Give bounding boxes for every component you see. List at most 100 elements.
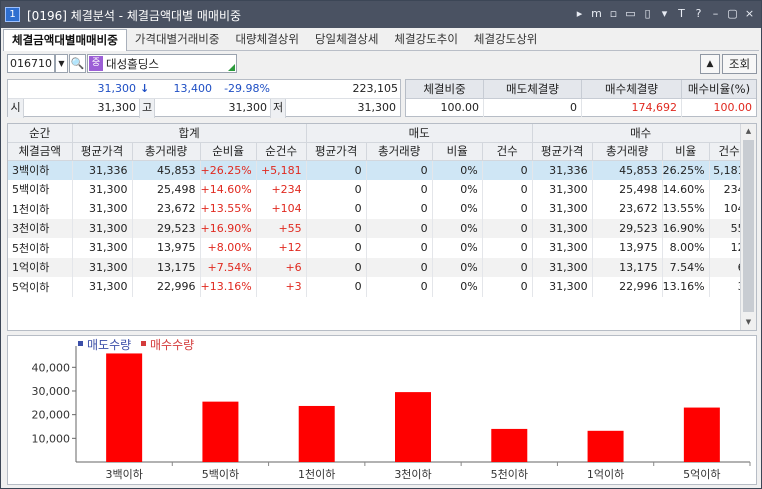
table-cell: 0 xyxy=(306,179,367,199)
code-dropdown-icon[interactable]: ▼ xyxy=(55,54,68,73)
tab-strength-top[interactable]: 체결강도상위 xyxy=(466,29,545,51)
table-cell: 13.55% xyxy=(662,199,710,219)
buy-ratio-value: 100.00 xyxy=(713,101,753,114)
ratio-panel: 체결비중 매도체결량 매수체결량 매수비율(%) 100.00 0 174,69… xyxy=(405,79,757,117)
table-cell: 0 xyxy=(482,199,533,219)
table-cell: 31,336 xyxy=(72,160,133,180)
x-tick-label: 1억이하 xyxy=(587,467,624,481)
link-window-icon[interactable]: ▫ xyxy=(606,6,621,22)
table-cell: 31,300 xyxy=(72,277,133,297)
scroll-down-icon[interactable]: ▼ xyxy=(741,315,756,330)
stock-code-input[interactable]: 016710 xyxy=(7,54,55,73)
table-row[interactable]: 1억이하 31,300 13,175 +7.54% +6 0 0 0% 0 31,300 13,17… xyxy=(8,257,750,277)
table-cell: 13.16% xyxy=(662,277,710,297)
tab-amount-ratio[interactable]: 체결금액대별매매비중 xyxy=(3,29,127,51)
vertical-scrollbar[interactable]: ▲ ▼ xyxy=(740,124,756,330)
table-cell: 29,523 xyxy=(592,218,663,238)
corner-header-top: 순간 xyxy=(8,124,73,143)
table-cell: 31,300 xyxy=(532,218,593,238)
table-cell: +5,181 xyxy=(256,160,307,180)
tab-strength-trend[interactable]: 체결강도추이 xyxy=(386,29,465,51)
corner-header-bottom: 체결금액 xyxy=(8,142,73,161)
table-cell: 0 xyxy=(306,218,367,238)
market-badge: 중 xyxy=(89,56,103,71)
table-cell: 31,300 xyxy=(72,238,133,258)
print-icon[interactable]: ▯ xyxy=(640,6,655,22)
column-header: 순건수 xyxy=(256,142,307,161)
table-cell: 23,672 xyxy=(592,199,663,219)
column-header: 순비율 xyxy=(200,142,257,161)
tab-today-detail[interactable]: 당일체결상세 xyxy=(307,29,386,51)
open-label: 시 xyxy=(8,99,24,118)
table-row[interactable]: 3백이하 31,336 45,853 +26.25% +5,181 0 0 0% 0 31,336… xyxy=(8,160,750,180)
table-cell: 13,975 xyxy=(592,238,663,258)
buy-volume-value: 174,692 xyxy=(582,99,682,117)
table-cell: 31,300 xyxy=(532,179,593,199)
table-cell: 7.54% xyxy=(662,257,710,277)
save-layout-icon[interactable]: ▭ xyxy=(623,6,638,22)
bar-chart: 10,000 20,000 30,000 40,000 매도수량 매수수량 3백이하 5백이하… xyxy=(7,335,757,485)
table-cell: 29,523 xyxy=(132,218,201,238)
memo-icon[interactable]: m xyxy=(589,6,604,22)
help-icon[interactable]: ? xyxy=(691,6,706,22)
table-row[interactable]: 5천이하 31,300 13,975 +8.00% +12 0 0 0% 0 31,300 13,9… xyxy=(8,238,750,258)
search-icon[interactable]: 🔍 xyxy=(69,54,86,73)
table-row[interactable]: 3천이하 31,300 29,523 +16.90% +55 0 0 0% 0 31,300 29,… xyxy=(8,218,750,238)
x-tick-label: 3백이하 xyxy=(105,467,142,481)
pin-icon[interactable]: ▾ xyxy=(657,6,672,22)
buy-volume-bar xyxy=(587,430,624,462)
current-price: 31,300 xyxy=(97,82,137,95)
lookup-button[interactable]: 조회 xyxy=(722,54,757,74)
collapse-button[interactable]: ▲ xyxy=(700,54,720,74)
down-arrow-icon: ↓ xyxy=(140,82,150,95)
table-cell: 0 xyxy=(482,179,533,199)
stock-name-field[interactable]: 중 대성홀딩스 xyxy=(87,54,237,73)
table-cell: 31,300 xyxy=(532,257,593,277)
arrow-right-icon[interactable]: ▸ xyxy=(572,6,587,22)
scroll-up-icon[interactable]: ▲ xyxy=(741,124,756,139)
table-cell: 0 xyxy=(306,199,367,219)
sell-volume-header: 매도체결량 xyxy=(484,80,582,99)
table-cell: 31,300 xyxy=(532,238,593,258)
close-icon[interactable]: × xyxy=(742,6,757,22)
tab-price-ratio[interactable]: 가격대별거래비중 xyxy=(127,29,228,51)
table-cell: 31,300 xyxy=(72,218,133,238)
table-cell: 0% xyxy=(432,179,483,199)
row-label-cell: 3천이하 xyxy=(8,218,73,238)
y-tick-label: 20,000 xyxy=(32,409,71,422)
table-cell: 0 xyxy=(366,218,433,238)
font-size-icon[interactable]: T xyxy=(674,6,689,22)
column-header: 총거래량 xyxy=(132,142,201,161)
table-row[interactable]: 1천이하 31,300 23,672 +13.55% +104 0 0 0% 0 31,300 23… xyxy=(8,199,750,219)
x-tick-label: 5억이하 xyxy=(683,467,720,481)
scroll-thumb[interactable] xyxy=(743,140,754,312)
table-cell: 8.00% xyxy=(662,238,710,258)
row-label-cell: 5백이하 xyxy=(8,179,73,199)
stock-name: 대성홀딩스 xyxy=(106,57,159,71)
maximize-icon[interactable]: ▢ xyxy=(725,6,740,22)
table-cell: 0% xyxy=(432,218,483,238)
table-cell: 0 xyxy=(482,277,533,297)
table-row[interactable]: 5백이하 31,300 25,498 +14.60% +234 0 0 0% 0 31,300 25… xyxy=(8,179,750,199)
table-cell: +104 xyxy=(256,199,307,219)
ratio-value: 100.00 xyxy=(406,99,484,117)
column-header: 총거래량 xyxy=(592,142,663,161)
buy-volume-bar xyxy=(683,407,720,462)
table-cell: +234 xyxy=(256,179,307,199)
row-label-cell: 1천이하 xyxy=(8,199,73,219)
table-cell: +12 xyxy=(256,238,307,258)
table-cell: 0 xyxy=(482,238,533,258)
table-cell: 0 xyxy=(306,160,367,180)
window-number-badge: 1 xyxy=(5,7,20,22)
row-label-cell: 1억이하 xyxy=(8,257,73,277)
table-cell: 25,498 xyxy=(592,179,663,199)
buy-volume-bar xyxy=(395,392,431,462)
tab-large-trades[interactable]: 대량체결상위 xyxy=(227,29,306,51)
column-header: 평균가격 xyxy=(532,142,593,161)
price-info-panel: 31,300 ↓ 13,400 -29.98% 223,105 시 31,300… xyxy=(7,79,401,118)
minimize-icon[interactable]: – xyxy=(708,6,723,22)
table-cell: 0% xyxy=(432,199,483,219)
search-row: 016710 ▼ 🔍 중 대성홀딩스 ▲ 조회 xyxy=(7,54,757,74)
row-label-cell: 5천이하 xyxy=(8,238,73,258)
table-row[interactable]: 5억이하 31,300 22,996 +13.16% +3 0 0 0% 0 31,300 22,9… xyxy=(8,277,750,297)
